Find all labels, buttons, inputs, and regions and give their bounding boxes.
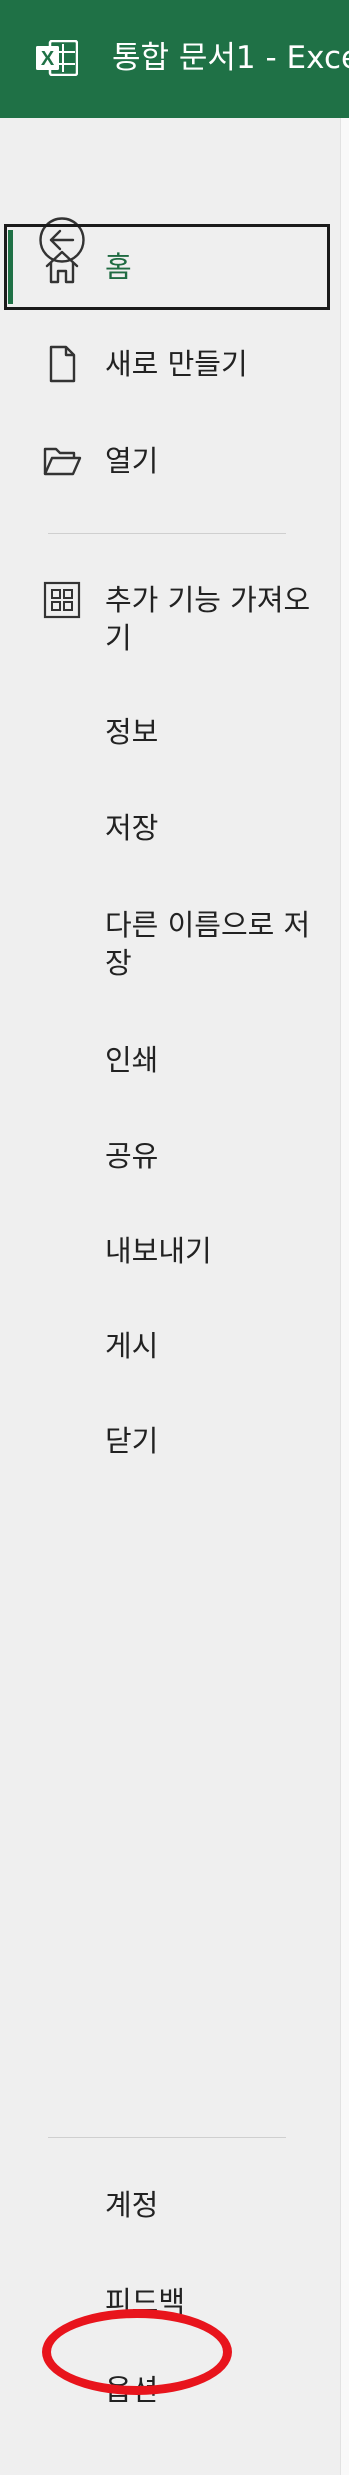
nav-item-get-addins-label: 추가 기능 가져오기 [105,583,311,655]
content-pane-edge [340,118,349,2475]
nav-item-share[interactable]: 공유 [105,1136,158,1176]
menu-divider [48,533,286,534]
nav-item-info[interactable]: 정보 [105,712,158,752]
nav-item-close[interactable]: 닫기 [105,1421,158,1461]
svg-text:X: X [41,48,55,70]
apps-grid-icon [43,581,81,619]
nav-item-publish[interactable]: 게시 [105,1326,158,1366]
home-icon [45,250,79,284]
nav-item-save[interactable]: 저장 [105,808,158,848]
selected-indicator [8,230,13,304]
folder-open-icon [43,447,82,476]
nav-item-open-label: 열기 [105,444,159,478]
nav-item-new-label: 새로 만들기 [105,347,248,381]
nav-item-account[interactable]: 계정 [105,2185,158,2225]
nav-item-save-as[interactable]: 다른 이름으로 저장 [105,906,330,982]
title-bar: X 통합 문서1 - Excel [0,0,349,118]
highlight-circle-annotation [42,2309,232,2395]
window-title: 통합 문서1 - Excel [112,40,349,76]
nav-item-home-label: 홈 [105,250,132,284]
nav-item-export[interactable]: 내보내기 [105,1231,212,1271]
new-document-icon [49,345,76,383]
nav-item-print[interactable]: 인쇄 [105,1040,158,1080]
backstage-nav-panel: 홈 새로 만들기 열기 추가 기능 가져오기 정보 저장 다른 이름으로 저장 … [0,118,349,2475]
menu-divider-bottom [48,2137,286,2138]
excel-logo-icon: X [36,40,78,76]
